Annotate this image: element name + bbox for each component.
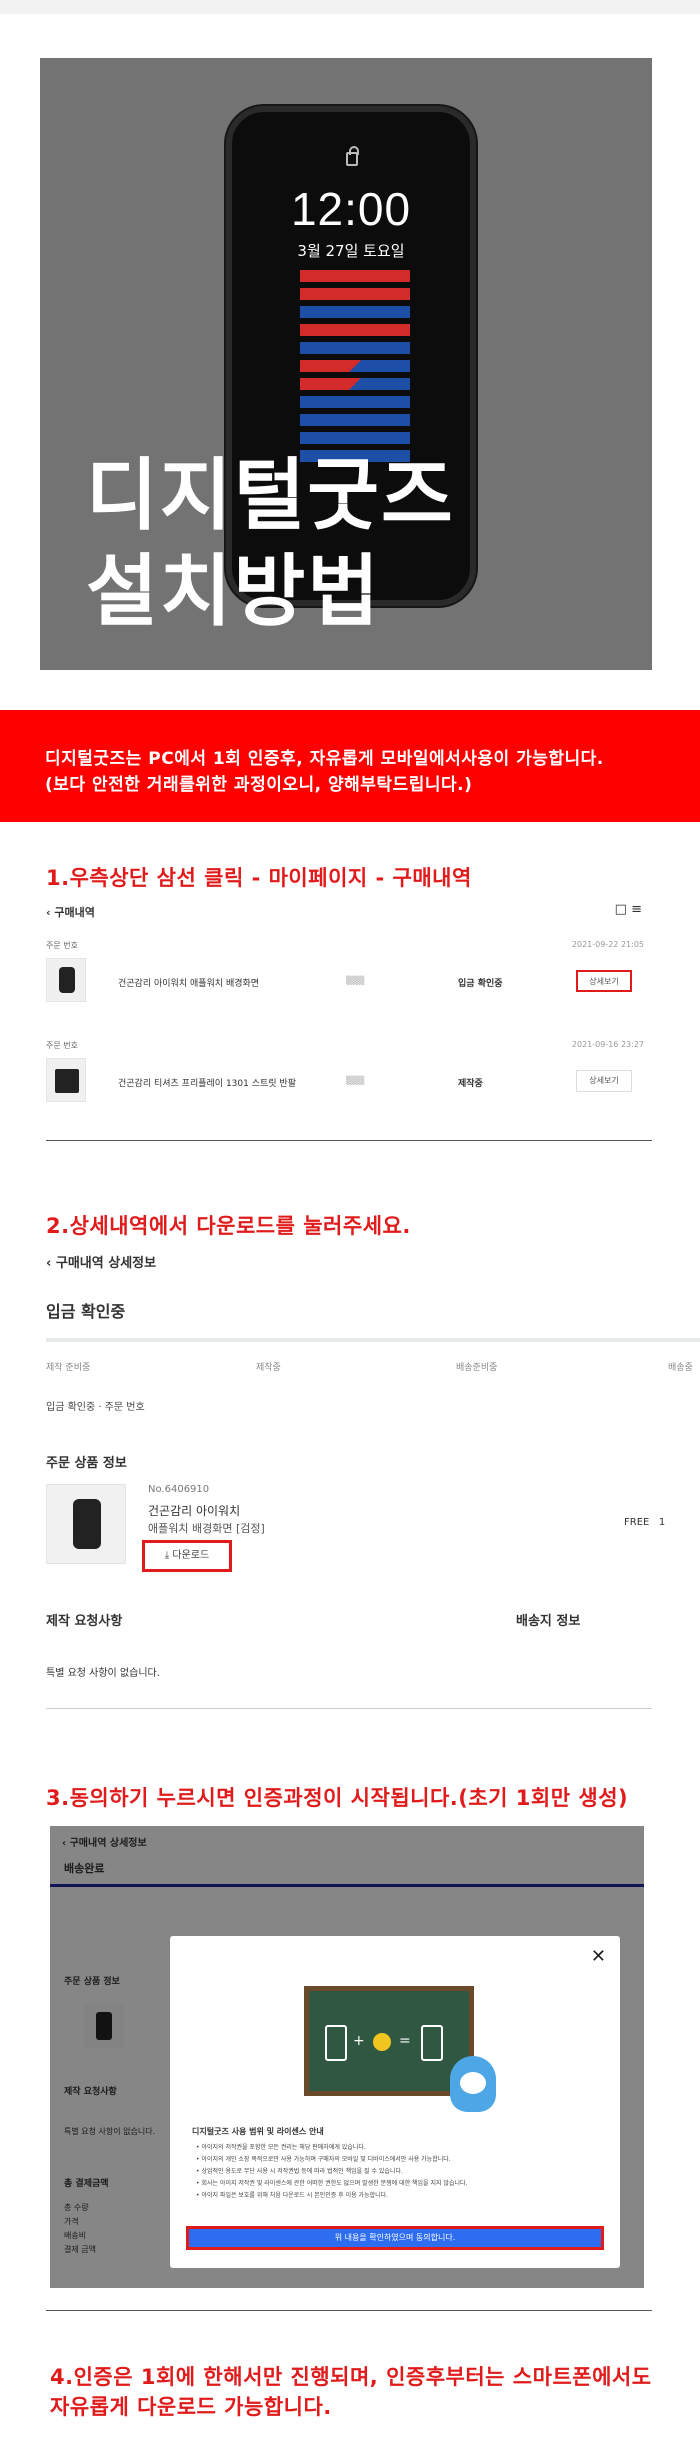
phone-icon [421, 2025, 443, 2061]
step3-title: 3.동의하기 누르시면 인증과정이 시작됩니다.(초기 1회만 생성) [46, 1786, 629, 1810]
hero-title: 디지털굿즈 설치방법 [86, 448, 455, 640]
smile-icon [373, 2033, 391, 2051]
step2-screenshot: ‹ 구매내역 상세정보 입금 확인중 제작 준비중 제작중 배송준비중 배송중 … [46, 1252, 700, 1722]
order-date: 2021-09-22 21:05 [571, 940, 644, 949]
wallpaper-pattern [300, 270, 410, 468]
request-text: 특별 요청 사항이 없습니다. [46, 1668, 160, 1679]
lock-icon [346, 146, 359, 166]
step1-screenshot: ‹ 구매내역 □ ≡ 주문 번호 2021-09-22 21:05 건곤감리 아… [46, 902, 652, 1144]
modal-title: 디지털굿즈 사용 범위 및 라이센스 안내 [192, 2127, 324, 2136]
notice-band: 디지털굿즈는 PC에서 1회 인증후, 자유롭게 모바일에서사용이 가능합니다.… [0, 710, 700, 822]
progress-step: 제작 준비중 [46, 1363, 91, 1373]
price-qty: FREE 1 [624, 1517, 665, 1528]
license-bullet: • 아이지의 저작권을 포함한 모든 권리는 해당 판매자에게 있습니다. [196, 2144, 366, 2151]
agree-button[interactable]: 위 내용을 확인하였으며 동의합니다. [186, 2226, 604, 2250]
product-option: 애플워치 배경화면 [검정] [148, 1522, 265, 1535]
hero-title-line1: 디지털굿즈 [86, 451, 455, 541]
divider [46, 1708, 652, 1709]
tablet-icon [325, 2025, 347, 2061]
lockscreen-date: 3월 27일 토요일 [297, 242, 405, 260]
step4-line2: 자유롭게 다운로드 가능합니다. [50, 2395, 332, 2419]
detail-view-button[interactable]: 상세보기 [576, 970, 632, 992]
license-bullet: • 회사는 아이지 저작권 및 라이센스에 관한 어떠한 권한도 없으며 발생한… [196, 2180, 468, 2187]
order-info: 입금 확인중 · 주문 번호 [46, 1402, 145, 1413]
download-label: 다운로드 [172, 1550, 210, 1561]
lockscreen-time: 12:00 [290, 183, 412, 235]
divider [46, 1140, 652, 1141]
download-button[interactable]: ⤓ 다운로드 [142, 1540, 232, 1572]
quantity: 1 [658, 1517, 666, 1528]
order-status: 제작중 [458, 1079, 483, 1089]
product-name: 건곤감리 아이워치 [148, 1504, 241, 1518]
close-icon[interactable]: ✕ [591, 1946, 606, 1967]
product-section-title: 주문 상품 정보 [46, 1456, 127, 1471]
cart-icon[interactable]: □ [615, 902, 627, 917]
product-thumbnail [46, 1484, 126, 1564]
order-status-title: 입금 확인중 [46, 1302, 126, 1321]
license-bullet: • 아이지 파일은 보호를 위해 처음 다운로드 시 본인인증 후 이용 가능합… [196, 2192, 389, 2199]
plus-icon: + [353, 2033, 365, 2049]
equals-icon: = [399, 2033, 411, 2049]
hero-banner: 12:00 3월 27일 토요일 디지털굿즈 설치방법 [40, 58, 652, 670]
hamburger-menu-icon[interactable]: ≡ [631, 902, 642, 917]
shipping-section-title: 배송지 정보 [516, 1614, 581, 1629]
step1-title: 1.우측상단 삼선 클릭 - 마이페이지 - 구매내역 [46, 866, 472, 890]
step3-screenshot: ‹ 구매내역 상세정보 배송완료 주문 상품 정보 제작 요청사항 특별 요청 … [50, 1826, 644, 2288]
order-number: 주문 번호 [46, 1041, 78, 1050]
hero-title-line2: 설치방법 [86, 547, 382, 637]
request-section-title: 제작 요청사항 [46, 1614, 123, 1629]
blurred-price: ▒▒▒ [346, 976, 365, 985]
progress-track [46, 1338, 700, 1342]
order-date: 2021-09-16 23:27 [571, 1040, 644, 1049]
product-thumbnail [46, 958, 86, 1002]
detail-view-button[interactable]: 상세보기 [576, 1070, 632, 1092]
notice-line2: (보다 안전한 거래를위한 과정이오니, 양해부탁드립니다.) [45, 775, 473, 795]
price-free: FREE [624, 1517, 650, 1528]
step4-line1: 4.인증은 1회에 한해서만 진행되며, 인증후부터는 스마트폰에서도 [50, 2365, 652, 2389]
download-icon: ⤓ [164, 1550, 170, 1561]
order-number: 주문 번호 [46, 941, 78, 950]
product-name[interactable]: 건곤감리 티셔츠 프리플레이 1301 스트릿 반팔 [118, 1076, 296, 1089]
license-bullet: • 상업적인 용도로 무단 사용 시 저작권법 등에 따라 법적인 책임을 질 … [196, 2168, 403, 2175]
progress-step: 배송준비중 [456, 1363, 498, 1373]
blurred-price: ▒▒▒ [346, 1076, 365, 1085]
purchase-history-title: 구매내역 [54, 906, 95, 919]
order-detail-title: 구매내역 상세정보 [55, 1256, 157, 1271]
top-strip [0, 0, 700, 14]
step2-title: 2.상세내역에서 다운로드를 눌러주세요. [46, 1214, 411, 1238]
order-status: 입금 확인중 [458, 979, 503, 989]
purchase-history-header: ‹ 구매내역 [46, 906, 95, 919]
divider [46, 2310, 652, 2311]
header-icons: □ ≡ [615, 902, 642, 917]
product-number: No.6406910 [148, 1484, 210, 1495]
order-detail-header: ‹ 구매내역 상세정보 [46, 1256, 157, 1271]
product-thumbnail [46, 1058, 86, 1102]
notice-line1: 디지털굿즈는 PC에서 1회 인증후, 자유롭게 모바일에서사용이 가능합니다. [45, 749, 604, 769]
mascot-illustration [450, 2056, 496, 2112]
license-modal: ✕ + = 디지털굿즈 사용 범위 및 라이센스 안내 • 아이지의 저작권을 … [170, 1936, 620, 2268]
step4-note: 4.인증은 1회에 한해서만 진행되며, 인증후부터는 스마트폰에서도 자유롭게… [50, 2362, 652, 2422]
progress-step: 배송중 [668, 1363, 693, 1373]
chalkboard-illustration: + = [304, 1986, 474, 2096]
license-bullet: • 아이지의 개인 소장 목적으로만 사용 가능하며 구매자의 모바일 및 디바… [196, 2156, 451, 2163]
progress-step: 제작중 [256, 1363, 281, 1373]
product-name[interactable]: 건곤감리 아이워치 애플워치 배경화면 [118, 976, 259, 989]
